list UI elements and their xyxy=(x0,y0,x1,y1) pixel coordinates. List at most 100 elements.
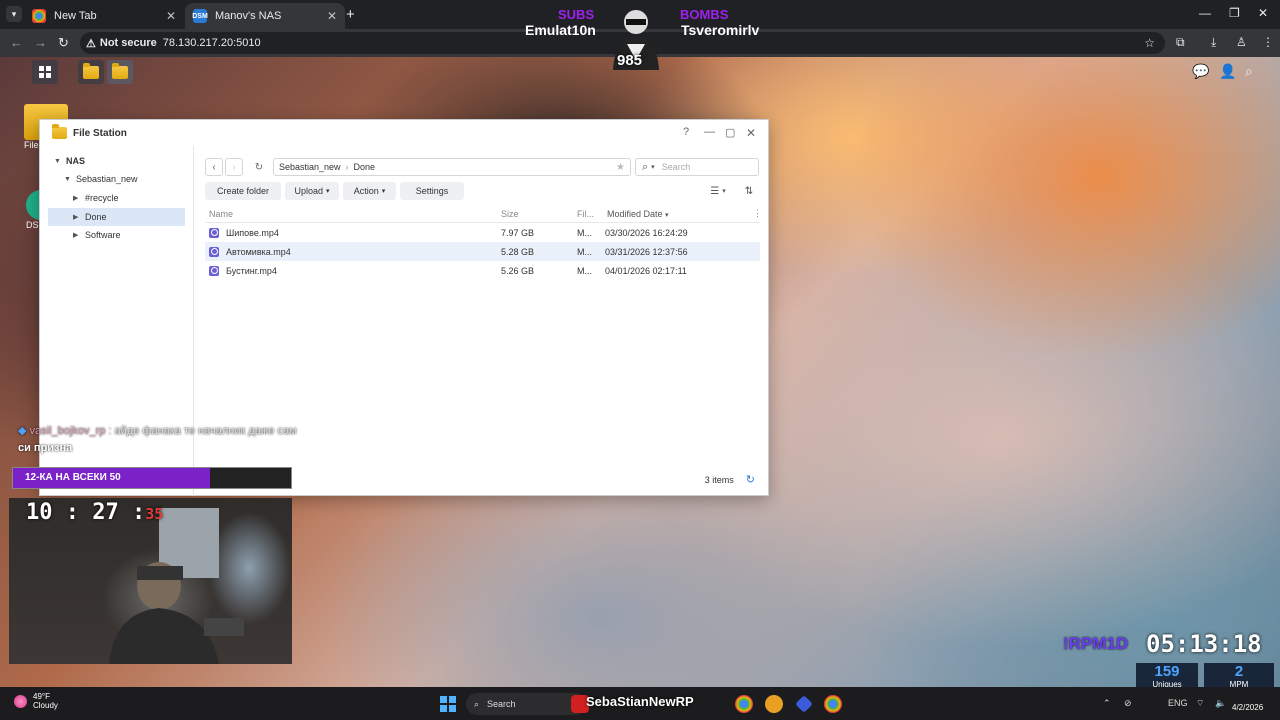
dropdown-icon[interactable]: ▾ xyxy=(651,163,655,171)
language-indicator[interactable]: ENG xyxy=(1168,698,1188,708)
tree-item-recycle[interactable]: ▶ #recycle xyxy=(73,189,119,207)
close-tab-icon[interactable]: ✕ xyxy=(327,9,337,23)
back-button[interactable]: ‹ xyxy=(205,158,223,176)
table-row[interactable]: Автомивка.mp4 5.28 GB M... 03/31/2026 12… xyxy=(205,242,760,261)
column-name[interactable]: Name xyxy=(209,209,233,219)
sort-icon[interactable]: ⇅ xyxy=(740,182,758,200)
network-icon[interactable]: ⊘ xyxy=(1124,698,1132,709)
main-menu-button[interactable] xyxy=(32,60,58,84)
window-title: File Station xyxy=(73,127,127,139)
chat-text: : айде фанака те началник даже сам xyxy=(108,425,297,437)
new-tab-button[interactable]: + xyxy=(346,6,355,23)
chevron-down-icon[interactable]: ▼ xyxy=(54,158,61,165)
chevron-right-icon[interactable]: ▶ xyxy=(73,231,80,239)
weather-icon xyxy=(14,694,27,708)
column-menu-icon[interactable]: ⋮ xyxy=(753,208,762,219)
chevron-right-icon: › xyxy=(345,162,349,172)
taskbar-date[interactable]: 4/2/2026 xyxy=(1232,703,1263,712)
user-icon[interactable]: 👤 xyxy=(1219,63,1236,80)
refresh-icon[interactable]: ↻ xyxy=(746,473,755,486)
dsm-icon: DSM xyxy=(192,9,208,23)
back-icon[interactable]: ← xyxy=(10,35,23,50)
taskbar-search[interactable]: ⌕ Search xyxy=(466,693,586,715)
chevron-down-icon: ▾ xyxy=(381,188,386,195)
chrome-icon[interactable] xyxy=(824,695,842,713)
column-modified[interactable]: Modified Date ▾ xyxy=(607,209,669,219)
breadcrumb-sebastian-new[interactable]: Sebastian_new xyxy=(279,162,341,172)
list-view-icon[interactable]: ☰ ▾ xyxy=(705,182,731,200)
url-text: 78.130.217.20:5010 xyxy=(162,37,261,49)
column-size[interactable]: Size xyxy=(501,209,519,219)
close-icon[interactable]: ✕ xyxy=(746,126,756,140)
tree-item-done[interactable]: ▶ Done xyxy=(48,208,185,226)
help-icon[interactable]: ? xyxy=(683,126,689,138)
chat-badge-icon: ◆ xyxy=(18,425,27,437)
stream-brand: SebaStianNewRP xyxy=(586,694,694,709)
app-icon[interactable] xyxy=(765,695,783,713)
chevron-down-icon: ▾ xyxy=(326,188,330,195)
favorite-star-icon[interactable]: ★ xyxy=(616,162,625,173)
window-titlebar[interactable]: File Station xyxy=(40,120,768,146)
tab-search-menu-icon[interactable]: ▾ xyxy=(6,6,22,22)
volume-icon[interactable]: 🔈 xyxy=(1215,698,1226,709)
tab-new-tab[interactable]: New Tab ✕ xyxy=(24,3,184,29)
wifi-icon[interactable]: ⌔ xyxy=(1196,698,1204,709)
table-header: Name Size Fil... Modified Date ▾ ⋮ xyxy=(205,205,762,223)
bombs-label: BOMBS xyxy=(680,7,729,22)
settings-button[interactable]: Settings xyxy=(400,182,464,200)
minimize-icon[interactable]: — xyxy=(1199,6,1211,20)
file-station-taskbar-button[interactable] xyxy=(78,60,104,84)
column-type[interactable]: Fil... xyxy=(577,209,594,219)
breadcrumb-done[interactable]: Done xyxy=(354,162,376,172)
chevron-right-icon[interactable]: ▶ xyxy=(73,194,80,202)
menu-icon[interactable]: ⋮ xyxy=(1262,35,1274,49)
video-file-icon xyxy=(209,227,219,238)
notifications-icon[interactable]: 💬 xyxy=(1192,63,1209,80)
refresh-button[interactable]: ↻ xyxy=(250,158,268,176)
chevron-right-icon[interactable]: ▶ xyxy=(73,213,80,221)
tree-item-sebastian-new[interactable]: ▼ Sebastian_new xyxy=(64,170,138,188)
action-button[interactable]: Action ▾ xyxy=(343,182,396,200)
sort-desc-icon: ▾ xyxy=(665,211,669,219)
warning-icon: ⚠ xyxy=(86,37,96,50)
path-bar[interactable]: Sebastian_new › Done ★ xyxy=(273,158,631,176)
forward-button[interactable]: › xyxy=(225,158,243,176)
grid-icon xyxy=(39,66,51,78)
rpm-time: 05:13:18 xyxy=(1146,630,1262,658)
search-placeholder: Search xyxy=(661,162,691,172)
tab-nas[interactable]: DSM Manov's NAS ✕ xyxy=(185,3,345,29)
video-file-icon xyxy=(209,265,219,276)
table-row[interactable]: Бустинг.mp4 5.26 GB M... 04/01/2026 02:1… xyxy=(205,261,760,280)
chat-message: ◆ vasil_bojkov_rp : айде фанака те начал… xyxy=(18,424,297,437)
create-folder-button[interactable]: Create folder xyxy=(205,182,281,200)
reload-icon[interactable]: ↻ xyxy=(58,35,69,51)
restore-icon[interactable]: ❐ xyxy=(1229,6,1240,20)
chevron-up-icon[interactable]: ⌃ xyxy=(1103,698,1111,709)
search-icon[interactable]: ⌕ xyxy=(1245,63,1253,80)
maximize-icon[interactable]: ▢ xyxy=(725,126,735,139)
goal-bar: 12-КА НА ВСЕКИ 50 xyxy=(12,467,292,489)
download-icon[interactable]: ⤓ xyxy=(1211,35,1216,50)
chrome-icon[interactable] xyxy=(735,695,753,713)
rpm-label: !RPM1D xyxy=(1063,634,1129,653)
bookmark-star-icon[interactable]: ☆ xyxy=(1144,36,1155,50)
tree-item-nas[interactable]: ▼ NAS xyxy=(54,152,85,170)
upload-button[interactable]: Upload ▾ xyxy=(285,182,339,200)
close-window-icon[interactable]: ✕ xyxy=(1258,6,1268,20)
profile-icon[interactable]: ♙ xyxy=(1236,35,1247,49)
folder-icon xyxy=(112,62,128,79)
file-station-taskbar-button-2[interactable] xyxy=(107,60,133,84)
search-input[interactable]: ⌕ ▾ Search xyxy=(635,158,759,176)
weather-widget[interactable]: 49°F Cloudy xyxy=(14,692,58,710)
file-station-window: File Station ? — ▢ ✕ ▼ NAS ▼ Sebastian_n… xyxy=(39,119,769,496)
start-button[interactable] xyxy=(440,696,456,712)
extensions-icon[interactable]: ⧉ xyxy=(1176,35,1185,50)
chevron-down-icon[interactable]: ▼ xyxy=(64,176,71,183)
minimize-icon[interactable]: — xyxy=(704,126,715,138)
table-row[interactable]: Шипове.mp4 7.97 GB M... 03/30/2026 16:24… xyxy=(205,223,760,242)
close-tab-icon[interactable]: ✕ xyxy=(166,9,176,23)
forward-icon[interactable]: → xyxy=(34,35,47,50)
tree-item-software[interactable]: ▶ Software xyxy=(73,226,121,244)
bombs-name: Tsveromirlv xyxy=(681,22,760,38)
not-secure-badge[interactable]: ⚠ Not secure xyxy=(86,37,157,50)
